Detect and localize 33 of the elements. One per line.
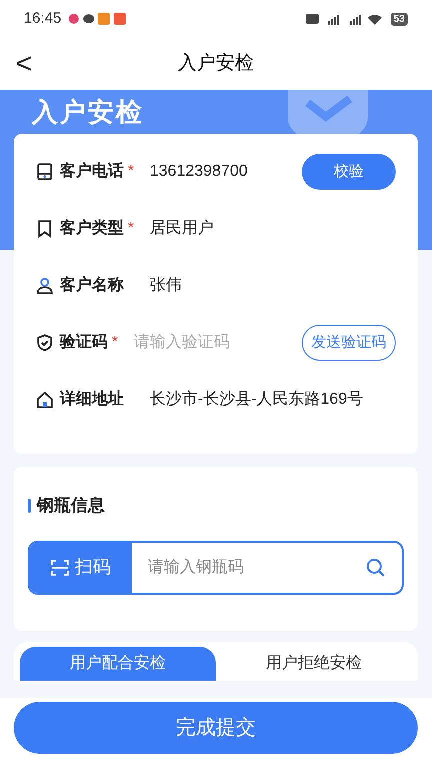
section-title: 钢瓶信息: [37, 495, 105, 517]
back-button[interactable]: <: [16, 50, 32, 78]
field-value: 居民用户: [150, 218, 214, 239]
page-title: 入户安检: [178, 52, 254, 76]
field-value: 13612398700: [150, 162, 248, 182]
submit-button[interactable]: 完成提交: [14, 702, 418, 754]
field-label: 详细地址: [60, 389, 124, 410]
field-value: 张伟: [150, 276, 182, 296]
field-label: 客户类型: [60, 218, 124, 239]
field-label: 验证码: [60, 332, 108, 353]
send-code-button[interactable]: 发送验证码: [302, 325, 396, 361]
field-value: 长沙市-长沙县-人民东路169号: [150, 390, 364, 410]
code-input-field[interactable]: 请输入验证码: [134, 331, 302, 355]
battery-indicator: 53: [390, 12, 408, 26]
banner-title: 入户安检: [32, 96, 144, 128]
field-label: 客户名称: [60, 275, 124, 296]
required-mark: *: [112, 333, 120, 353]
search-icon[interactable]: [366, 558, 386, 578]
scan-button[interactable]: 扫码: [30, 542, 132, 592]
home-icon: [36, 391, 54, 409]
required-mark: *: [128, 162, 136, 182]
notification-icons: [68, 12, 126, 26]
scan-icon: [51, 558, 69, 576]
required-mark: *: [128, 219, 136, 239]
user-icon: [36, 277, 54, 295]
status-time: 16:45: [24, 8, 62, 29]
cylinder-search-field[interactable]: 扫码 请输入钢瓶码: [28, 540, 404, 594]
tab[interactable]: 用户配合安检: [20, 646, 216, 680]
device-icon: [36, 163, 54, 181]
shield-check-icon: [36, 334, 54, 352]
bookmark-icon: [36, 220, 54, 238]
verify-button[interactable]: 校验: [302, 154, 396, 190]
field-label: 客户电话: [60, 161, 124, 182]
